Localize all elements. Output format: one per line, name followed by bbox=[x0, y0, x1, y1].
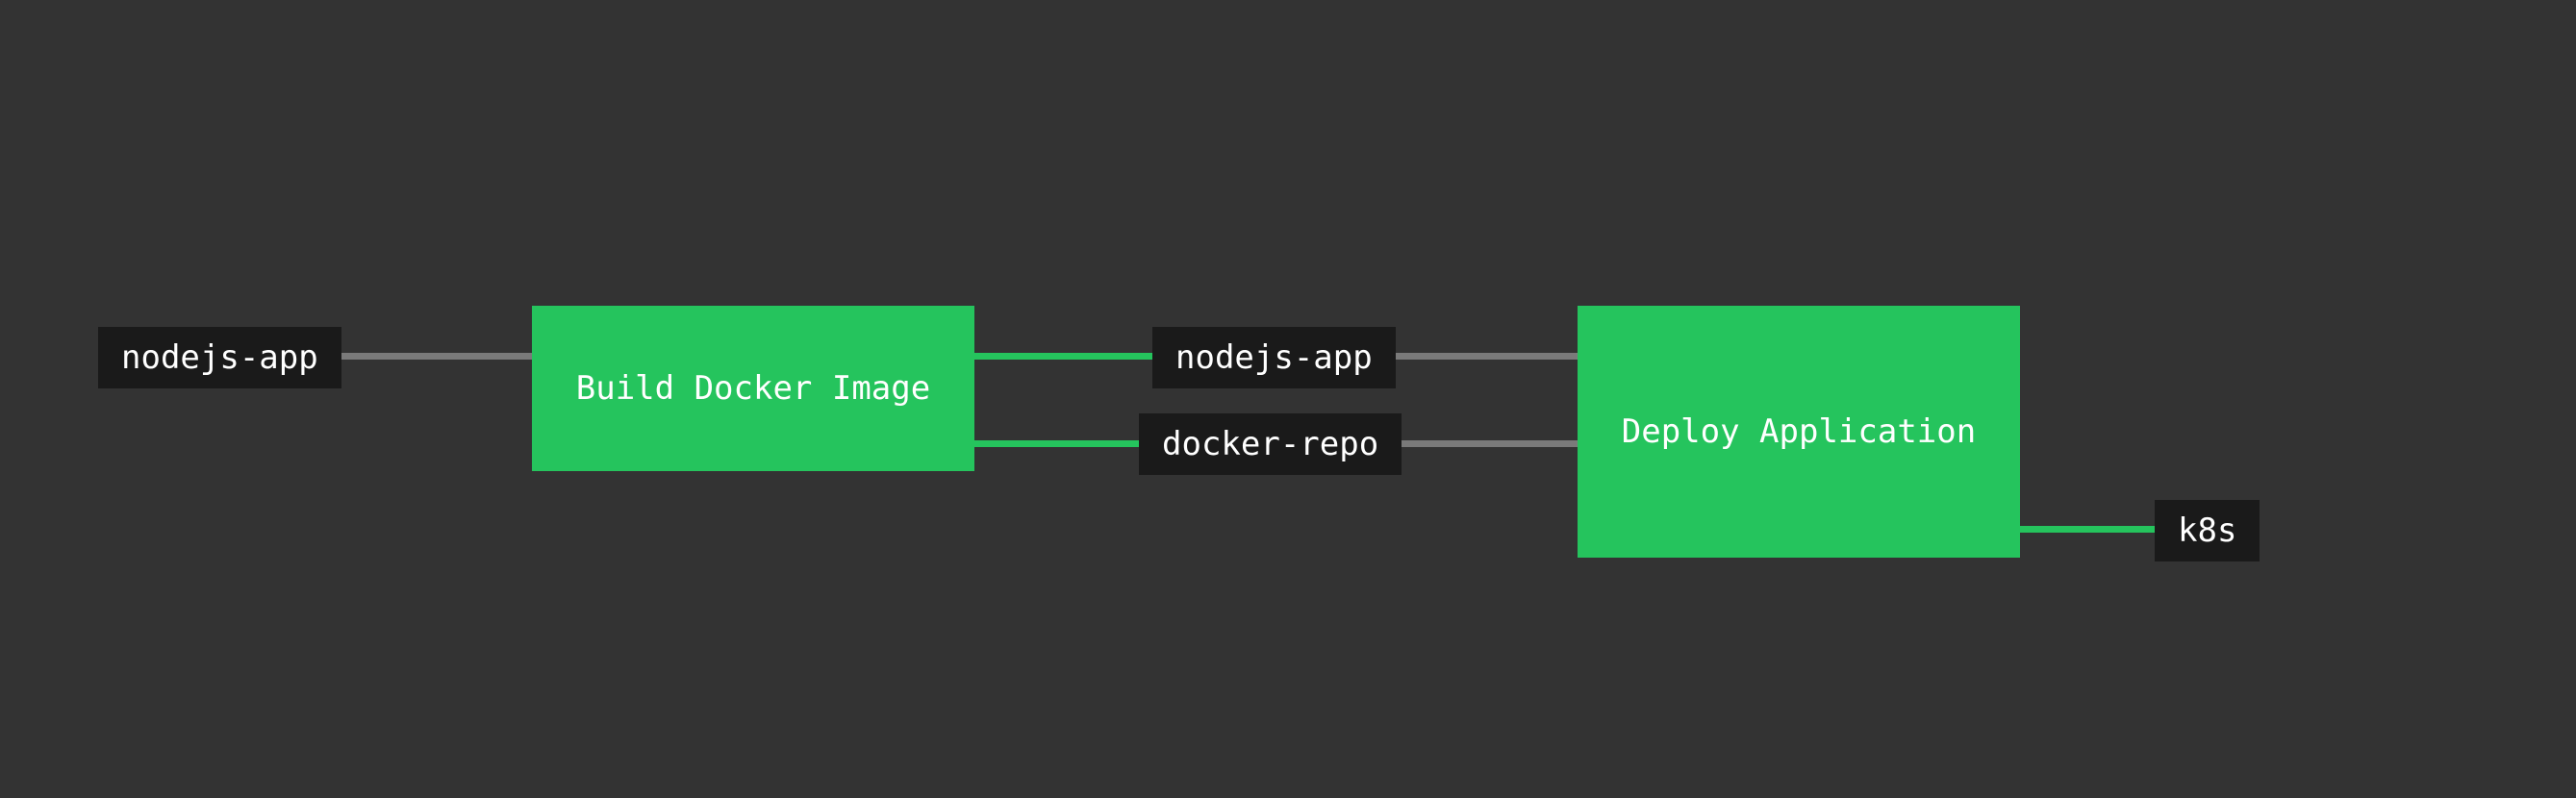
stage-deploy-application[interactable]: Deploy Application bbox=[1578, 306, 2020, 558]
stage-build-docker-image[interactable]: Build Docker Image bbox=[532, 306, 974, 471]
artifact-label: k8s bbox=[2178, 511, 2236, 550]
artifact-built-nodejs-app[interactable]: nodejs-app bbox=[1152, 327, 1396, 388]
connector-build-to-built-app bbox=[972, 353, 1164, 360]
artifact-input-nodejs-app[interactable]: nodejs-app bbox=[98, 327, 341, 388]
artifact-label: docker-repo bbox=[1162, 425, 1378, 463]
connector-deploy-to-k8s bbox=[2001, 526, 2164, 533]
connector-docker-repo-to-deploy bbox=[1395, 440, 1587, 447]
artifact-label: nodejs-app bbox=[121, 338, 318, 377]
artifact-k8s[interactable]: k8s bbox=[2155, 500, 2260, 561]
artifact-docker-repo[interactable]: docker-repo bbox=[1139, 413, 1402, 475]
artifact-label: nodejs-app bbox=[1175, 338, 1373, 377]
stage-label: Build Docker Image bbox=[576, 369, 930, 408]
stage-label: Deploy Application bbox=[1622, 412, 1976, 451]
connector-build-to-docker-repo bbox=[972, 440, 1164, 447]
